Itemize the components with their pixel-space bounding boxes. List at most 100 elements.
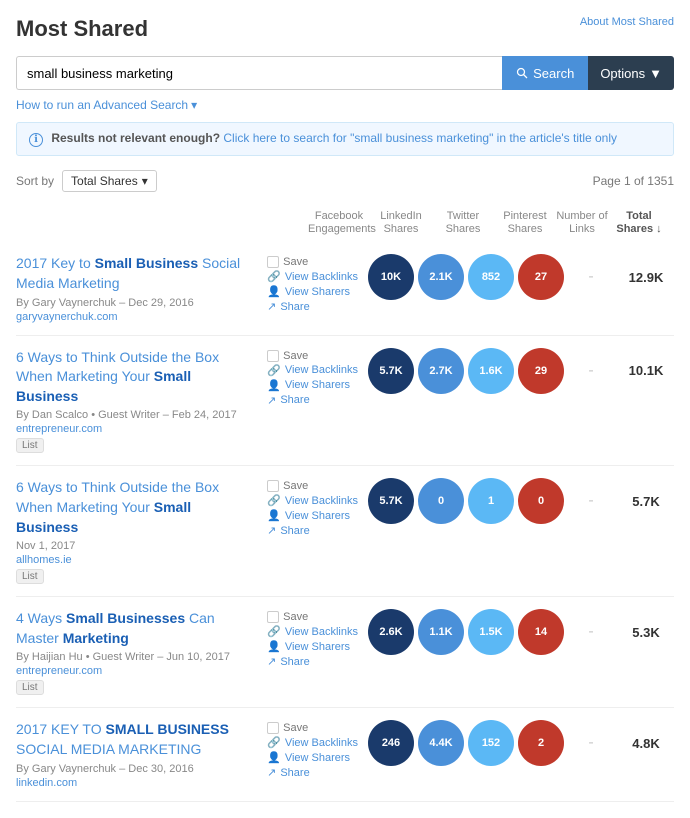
share-action[interactable]: ↗ Share xyxy=(267,655,358,668)
total-shares: 5.3K xyxy=(618,625,674,640)
share-icon: ↗ xyxy=(267,300,276,313)
share-action[interactable]: ↗ Share xyxy=(267,524,358,537)
share-action[interactable]: ↗ Share xyxy=(267,766,358,779)
share-icon: ↗ xyxy=(267,394,276,407)
links-metric: - xyxy=(568,254,614,300)
advanced-search-link[interactable]: How to run an Advanced Search ▾ xyxy=(16,98,674,112)
backlinks-icon: 🔗 xyxy=(267,270,281,283)
backlinks-icon: 🔗 xyxy=(267,736,281,749)
backlinks-label: View Backlinks xyxy=(285,495,358,507)
total-shares: 10.1K xyxy=(618,363,674,378)
col-header-numlinks: Number of Links xyxy=(556,210,608,236)
sharers-label: View Sharers xyxy=(285,379,350,391)
result-domain[interactable]: entrepreneur.com xyxy=(16,665,257,677)
result-title[interactable]: 2017 Key to Small Business Social Media … xyxy=(16,254,257,293)
about-most-shared-link[interactable]: About Most Shared xyxy=(580,16,674,28)
backlinks-icon: 🔗 xyxy=(267,494,281,507)
save-action[interactable]: Save xyxy=(267,256,358,268)
save-action[interactable]: Save xyxy=(267,722,358,734)
save-action[interactable]: Save xyxy=(267,350,358,362)
view-sharers-action[interactable]: 👤 View Sharers xyxy=(267,509,358,522)
result-actions: Save 🔗 View Backlinks 👤 View Sharers ↗ S… xyxy=(267,478,358,537)
table-row: 2017 KEY TO SMALL BUSINESS SOCIAL MEDIA … xyxy=(16,708,674,801)
linkedin-metric: 4.4K xyxy=(418,720,464,766)
sharers-icon: 👤 xyxy=(267,285,281,298)
info-icon: ℹ xyxy=(29,133,43,147)
result-domain[interactable]: linkedin.com xyxy=(16,777,257,789)
view-sharers-action[interactable]: 👤 View Sharers xyxy=(267,640,358,653)
share-action[interactable]: ↗ Share xyxy=(267,300,358,313)
sort-label: Sort by xyxy=(16,174,54,188)
sharers-icon: 👤 xyxy=(267,509,281,522)
linkedin-metric: 2.7K xyxy=(418,348,464,394)
save-label: Save xyxy=(283,350,308,362)
view-sharers-action[interactable]: 👤 View Sharers xyxy=(267,751,358,764)
result-metrics: 5.7K 2.7K 1.6K 29 - 10.1K xyxy=(368,348,674,394)
search-input[interactable] xyxy=(16,56,502,90)
result-meta: By Haijian Hu • Guest Writer – Jun 10, 2… xyxy=(16,651,257,663)
options-button[interactable]: Options ▼ xyxy=(588,56,674,90)
linkedin-metric: 1.1K xyxy=(418,609,464,655)
table-row: 6 Ways to Think Outside the Box When Mar… xyxy=(16,466,674,597)
dropdown-arrow-icon: ▾ xyxy=(142,174,148,188)
pinterest-metric: 14 xyxy=(518,609,564,655)
page-title: Most Shared xyxy=(16,16,674,42)
col-header-facebook: Facebook Engagements xyxy=(308,210,370,236)
save-checkbox[interactable] xyxy=(267,722,279,734)
result-title[interactable]: 4 Ways Small Businesses Can Master Marke… xyxy=(16,609,257,648)
page-indicator: Page 1 of 1351 xyxy=(593,174,674,188)
result-title[interactable]: 6 Ways to Think Outside the Box When Mar… xyxy=(16,478,257,537)
result-title[interactable]: 2017 KEY TO SMALL BUSINESS SOCIAL MEDIA … xyxy=(16,720,257,759)
result-title[interactable]: 6 Ways to Think Outside the Box When Mar… xyxy=(16,348,257,407)
backlinks-icon: 🔗 xyxy=(267,625,281,638)
share-action[interactable]: ↗ Share xyxy=(267,394,358,407)
share-label: Share xyxy=(280,301,309,313)
col-header-linkedin: LinkedIn Shares xyxy=(370,210,432,236)
twitter-metric: 852 xyxy=(468,254,514,300)
twitter-metric: 1.6K xyxy=(468,348,514,394)
save-label: Save xyxy=(283,256,308,268)
result-left: 6 Ways to Think Outside the Box When Mar… xyxy=(16,478,267,584)
view-backlinks-action[interactable]: 🔗 View Backlinks xyxy=(267,270,358,283)
links-metric: - xyxy=(568,478,614,524)
view-backlinks-action[interactable]: 🔗 View Backlinks xyxy=(267,736,358,749)
about-link[interactable]: About Most Shared xyxy=(580,16,674,28)
save-checkbox[interactable] xyxy=(267,611,279,623)
view-sharers-action[interactable]: 👤 View Sharers xyxy=(267,285,358,298)
links-metric: - xyxy=(568,348,614,394)
sharers-label: View Sharers xyxy=(285,510,350,522)
result-domain[interactable]: garyvaynerchuk.com xyxy=(16,311,257,323)
relevance-prefix: Results not relevant enough? xyxy=(51,131,220,145)
facebook-metric: 5.7K xyxy=(368,348,414,394)
table-row: 6 Ways to Think Outside the Box When Mar… xyxy=(16,336,674,467)
sort-dropdown[interactable]: Total Shares ▾ xyxy=(62,170,157,192)
backlinks-label: View Backlinks xyxy=(285,737,358,749)
view-backlinks-action[interactable]: 🔗 View Backlinks xyxy=(267,364,358,377)
save-checkbox[interactable] xyxy=(267,256,279,268)
save-checkbox[interactable] xyxy=(267,350,279,362)
pinterest-metric: 27 xyxy=(518,254,564,300)
view-sharers-action[interactable]: 👤 View Sharers xyxy=(267,379,358,392)
relevance-link[interactable]: Click here to search for "small business… xyxy=(223,131,617,145)
result-tag: List xyxy=(16,569,44,584)
view-backlinks-action[interactable]: 🔗 View Backlinks xyxy=(267,625,358,638)
result-left: 2017 KEY TO SMALL BUSINESS SOCIAL MEDIA … xyxy=(16,720,267,788)
result-actions: Save 🔗 View Backlinks 👤 View Sharers ↗ S… xyxy=(267,720,358,779)
sort-option: Total Shares xyxy=(71,174,138,188)
view-backlinks-action[interactable]: 🔗 View Backlinks xyxy=(267,494,358,507)
sharers-label: View Sharers xyxy=(285,752,350,764)
col-header-pinterest: Pinterest Shares xyxy=(494,210,556,236)
search-button[interactable]: Search xyxy=(502,56,588,90)
col-header-twitter: Twitter Shares xyxy=(432,210,494,236)
save-action[interactable]: Save xyxy=(267,611,358,623)
result-domain[interactable]: allhomes.ie xyxy=(16,554,257,566)
share-label: Share xyxy=(280,656,309,668)
facebook-metric: 10K xyxy=(368,254,414,300)
backlinks-label: View Backlinks xyxy=(285,271,358,283)
save-action[interactable]: Save xyxy=(267,480,358,492)
backlinks-icon: 🔗 xyxy=(267,364,281,377)
facebook-metric: 246 xyxy=(368,720,414,766)
result-metrics: 5.7K 0 1 0 - 5.7K xyxy=(368,478,674,524)
result-domain[interactable]: entrepreneur.com xyxy=(16,423,257,435)
save-checkbox[interactable] xyxy=(267,480,279,492)
